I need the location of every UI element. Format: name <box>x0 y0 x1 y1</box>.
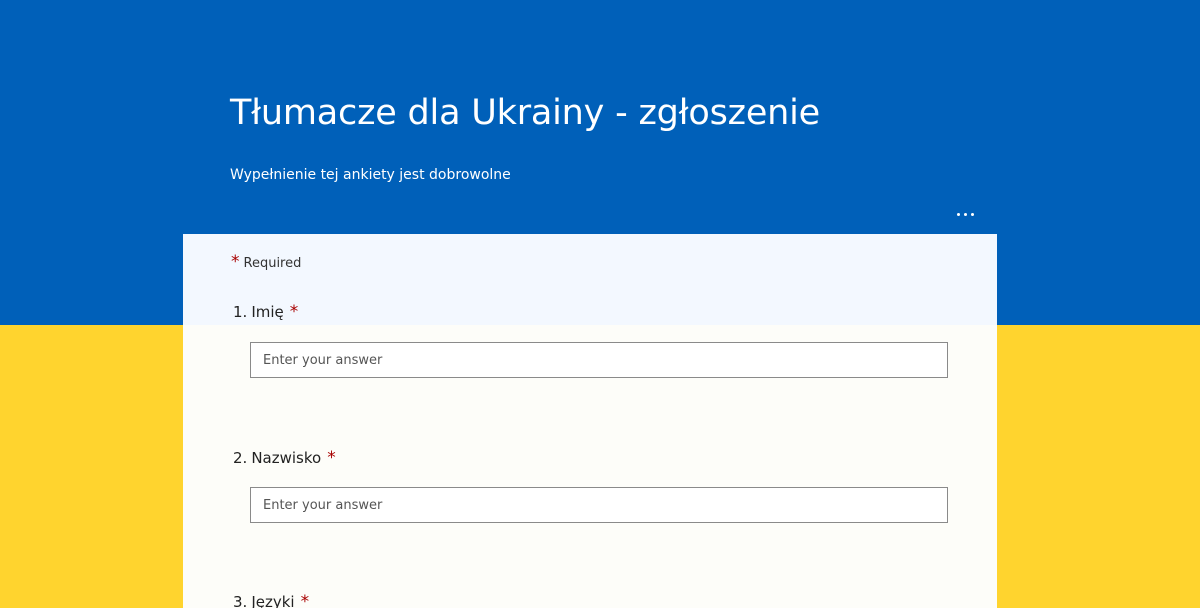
question-1-title: 1. Imię * <box>233 302 298 322</box>
form-title: Tłumacze dla Ukrainy - zgłoszenie <box>230 93 820 133</box>
question-3-title: 3. Języki * <box>233 592 309 608</box>
question-label: Imię <box>251 303 284 321</box>
form-subtitle: Wypełnienie tej ankiety jest dobrowolne <box>230 167 511 183</box>
question-number: 3. <box>233 593 248 608</box>
last-name-input[interactable] <box>250 487 948 523</box>
required-star: * <box>300 592 310 608</box>
required-label: Required <box>243 256 302 271</box>
required-star: * <box>327 448 336 468</box>
first-name-input[interactable] <box>250 342 948 378</box>
required-star: * <box>231 252 240 272</box>
question-number: 1. <box>233 303 248 321</box>
more-options-button[interactable] <box>950 203 980 225</box>
question-number: 2. <box>233 449 248 467</box>
question-label: Nazwisko <box>251 449 322 467</box>
required-note: * Required <box>231 252 301 272</box>
more-horizontal-icon <box>963 212 967 216</box>
question-2-title: 2. Nazwisko * <box>233 448 336 468</box>
form-card-header-area <box>183 234 997 325</box>
more-horizontal-icon <box>970 212 974 216</box>
more-horizontal-icon <box>956 212 960 216</box>
required-star: * <box>289 302 299 322</box>
form-card: *Required 1.Imię* 2.Nazwisko* 3.Języki* <box>183 234 997 608</box>
question-label: Języki <box>251 593 295 608</box>
form-page: Tłumacze dla Ukrainy - zgłoszenie Wypełn… <box>0 0 1200 608</box>
